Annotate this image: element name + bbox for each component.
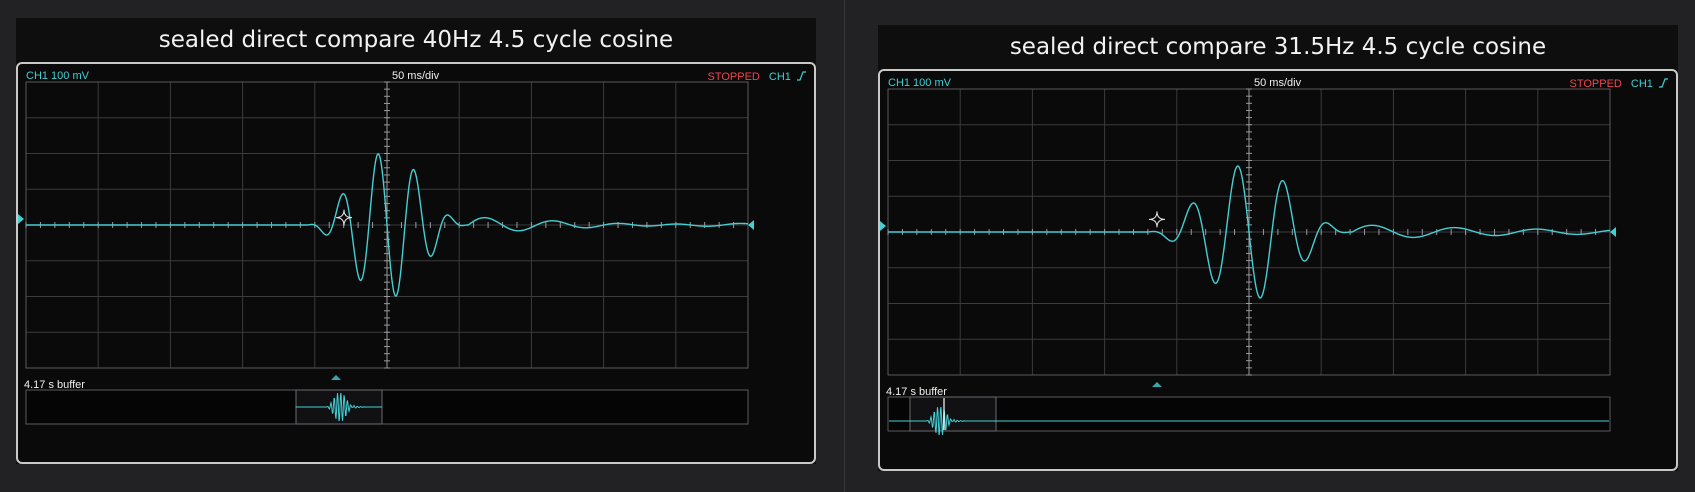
ch1-level-marker-icon — [18, 214, 24, 224]
waveform-plot — [880, 88, 1616, 436]
trigger-level-marker-icon — [748, 220, 754, 230]
buffer-overview — [25, 389, 749, 425]
ch1-level-marker-icon — [880, 221, 886, 231]
trigger-position-marker-icon — [1152, 382, 1162, 387]
buffer-view-window — [909, 396, 997, 432]
buffer-label: 4.17 s buffer — [24, 379, 85, 391]
waveform-plot — [18, 81, 754, 425]
scope-title: sealed direct compare 31.5Hz 4.5 cycle c… — [1009, 34, 1547, 60]
trigger-level-marker-icon — [1610, 227, 1616, 237]
buffer-label: 4.17 s buffer — [886, 386, 947, 398]
trigger-position-marker-icon — [331, 375, 341, 380]
oscilloscope-display: CH1 100 mV 50 ms/div STOPPED CH1 4.17 s … — [878, 69, 1678, 471]
scope-title: sealed direct compare 40Hz 4.5 cycle cos… — [158, 27, 674, 53]
cursor-marker-shape — [1148, 211, 1166, 228]
scope-window-31hz: sealed direct compare 31.5Hz 4.5 cycle c… — [878, 25, 1678, 471]
oscilloscope-display: CH1 100 mV 50 ms/div STOPPED CH1 4.17 s … — [16, 62, 816, 464]
scope-window-40hz: sealed direct compare 40Hz 4.5 cycle cos… — [16, 18, 816, 464]
panel-divider — [844, 0, 845, 492]
cursor-marker-icon — [1148, 211, 1166, 228]
